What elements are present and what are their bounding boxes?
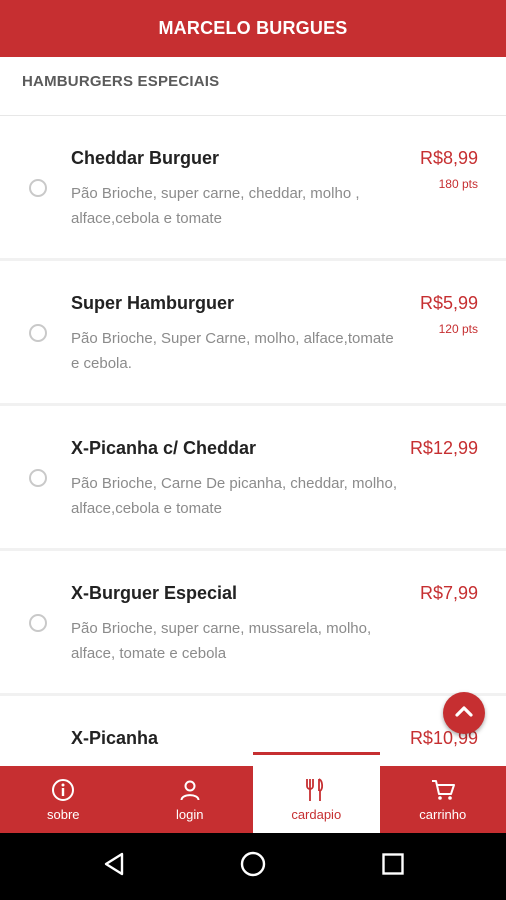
select-radio[interactable] — [29, 614, 47, 632]
item-name: X-Picanha c/ Cheddar — [71, 438, 257, 458]
app-title: MARCELO BURGUES — [158, 18, 348, 38]
menu-item[interactable]: Super Hamburguer Pão Brioche, Super Carn… — [0, 261, 506, 403]
menu-item[interactable]: Cheddar Burguer Pão Brioche, super carne… — [0, 116, 506, 258]
item-name: Super Hamburguer — [71, 293, 235, 313]
cutlery-icon — [303, 777, 329, 803]
item-price: R$12,99 — [409, 438, 478, 458]
user-icon — [177, 777, 203, 803]
item-description: Pão Brioche, Carne De picanha, cheddar, … — [71, 475, 398, 517]
back-button[interactable] — [84, 833, 144, 900]
cart-icon — [430, 777, 456, 803]
select-radio[interactable] — [29, 179, 47, 197]
tab-sobre[interactable]: sobre — [0, 766, 127, 833]
app-header: MARCELO BURGUES — [0, 0, 506, 57]
tab-login[interactable]: login — [127, 766, 254, 833]
category-title: HAMBURGERS ESPECIAIS — [22, 73, 220, 90]
item-description: Pão Brioche, super carne, cheddar, molho… — [71, 185, 360, 227]
back-triangle-icon — [102, 851, 126, 882]
item-points: 120 pts — [438, 322, 478, 336]
item-name: X-Burguer Especial — [71, 583, 238, 603]
menu-list[interactable]: Cheddar Burguer Pão Brioche, super carne… — [0, 116, 506, 766]
bottom-navigation: sobre login cardapio carrinho — [0, 752, 506, 833]
item-name: X-Picanha — [71, 728, 159, 748]
select-radio[interactable] — [29, 324, 47, 342]
system-navigation-bar — [0, 833, 506, 900]
info-icon — [50, 777, 76, 803]
select-radio[interactable] — [29, 469, 47, 487]
home-button[interactable] — [223, 833, 283, 900]
item-description: Pão Brioche, Super Carne, molho, alface,… — [71, 330, 394, 372]
tab-carrinho[interactable]: carrinho — [380, 766, 506, 833]
home-circle-icon — [239, 850, 267, 883]
tab-label: login — [176, 807, 204, 822]
recents-square-icon — [381, 852, 405, 881]
item-price: R$5,99 — [419, 293, 478, 313]
menu-item[interactable]: X-Picanha c/ Cheddar Pão Brioche, Carne … — [0, 406, 506, 548]
item-price: R$8,99 — [419, 148, 478, 168]
chevron-up-icon — [454, 704, 474, 723]
tab-label: cardapio — [291, 807, 342, 822]
tab-label: carrinho — [419, 807, 467, 822]
category-header: HAMBURGERS ESPECIAIS — [0, 57, 506, 116]
item-description: Pão Brioche, super carne, mussarela, mol… — [71, 620, 372, 662]
scroll-top-button[interactable] — [443, 692, 485, 734]
recents-button[interactable] — [363, 833, 423, 900]
menu-item[interactable]: X-Burguer Especial Pão Brioche, super ca… — [0, 551, 506, 693]
tab-label: sobre — [46, 807, 80, 822]
tab-cardapio[interactable]: cardapio — [253, 752, 380, 833]
item-price: R$7,99 — [419, 583, 478, 603]
item-name: Cheddar Burguer — [71, 148, 220, 168]
item-points: 180 pts — [438, 177, 478, 191]
